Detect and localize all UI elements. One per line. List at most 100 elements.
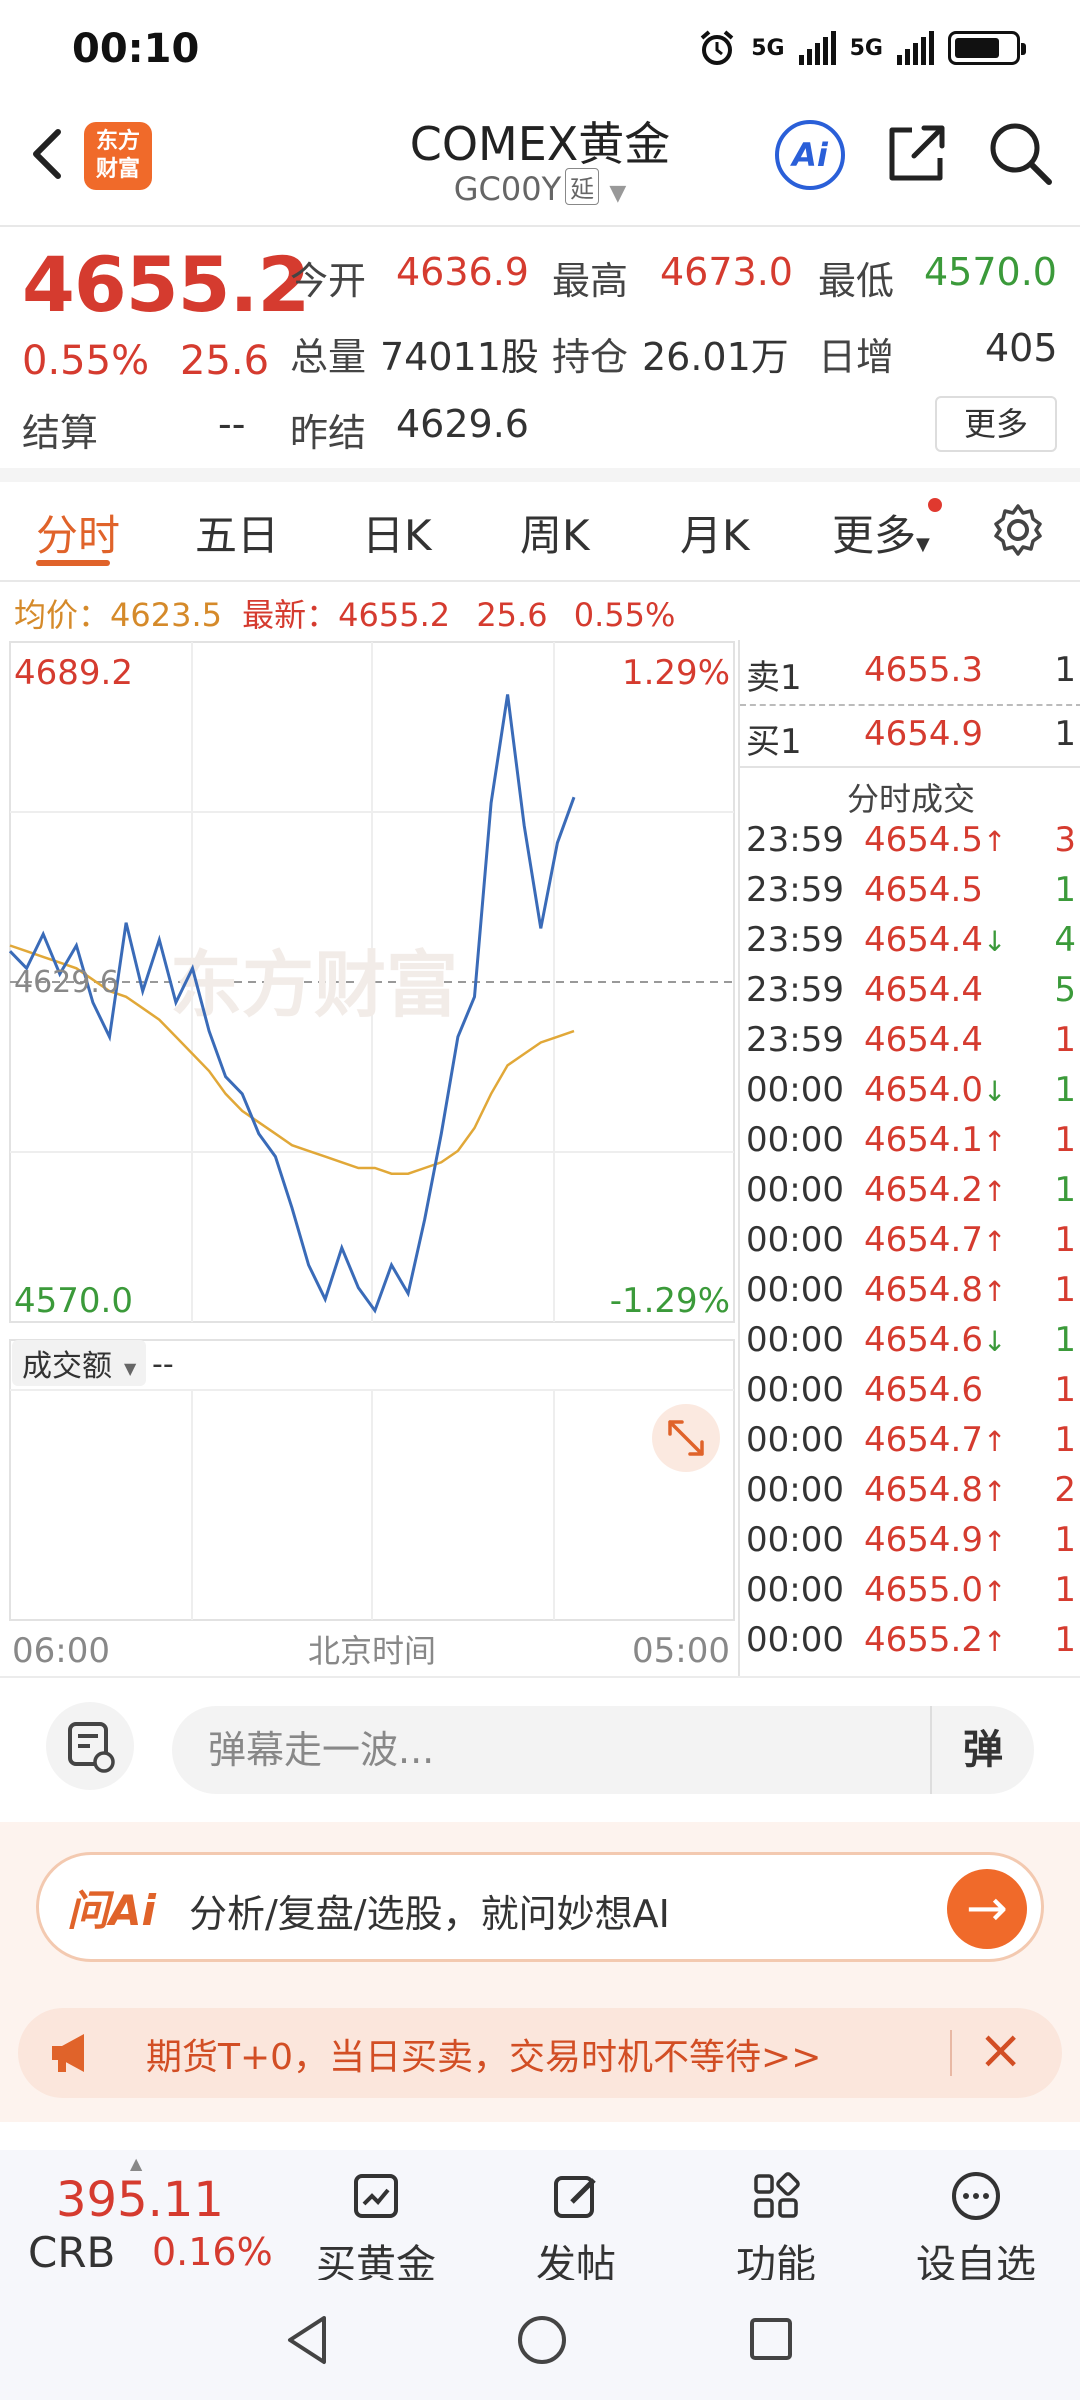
nav-post[interactable]: 发帖	[506, 2168, 646, 2290]
trade-direction: ↑	[982, 1225, 1007, 1258]
trade-time: 00:00	[746, 1320, 844, 1360]
trade-row: 23:59 4654.4↓ 4	[740, 920, 1080, 970]
trade-price: 4655.0↑	[864, 1570, 1007, 1610]
caret-down-icon: ▼	[609, 181, 627, 206]
signal-icon-2	[897, 31, 934, 65]
trade-direction: ↓	[982, 1325, 1007, 1358]
share-icon[interactable]	[882, 118, 952, 188]
tab-intraday[interactable]: 分时	[36, 502, 120, 563]
trade-volume: 1	[1054, 1070, 1076, 1110]
chart-tabs: 分时 五日 日K 周K 月K 更多▼	[0, 480, 1080, 580]
chart-top-pct: 1.29%	[622, 653, 730, 693]
ai-section: 问Ai 分析/复盘/选股，就问妙想AI → 期货T+0，当日买卖，交易时机不等待…	[0, 1822, 1080, 2122]
divider	[740, 766, 1080, 768]
settings-gear-icon[interactable]	[990, 502, 1046, 558]
trade-price: 4654.6↓	[864, 1320, 1007, 1360]
trade-price: 4654.0↓	[864, 1070, 1007, 1110]
trade-price: 4655.2↑	[864, 1620, 1007, 1660]
trade-time: 23:59	[746, 870, 844, 910]
search-icon[interactable]	[985, 118, 1055, 188]
high-label: 最高	[552, 259, 629, 303]
system-back-icon[interactable]	[282, 2312, 332, 2368]
divider	[950, 2030, 952, 2076]
bottom-nav: ▲ 395.11 CRB 0.16% 买黄金 发帖 功能 设自选	[0, 2150, 1080, 2288]
volume-value: --	[152, 1347, 174, 1382]
caret-up-icon: ▲	[130, 2154, 143, 2173]
ai-assistant-icon[interactable]: Ai	[775, 120, 845, 190]
tab-weekly-k[interactable]: 周K	[520, 502, 590, 563]
arrow-right-icon[interactable]: →	[947, 1869, 1027, 1949]
avg-label: 均价：	[14, 596, 111, 634]
crb-name: CRB	[28, 2228, 116, 2277]
trade-price: 4654.4↓	[864, 920, 1007, 960]
latest-change: 25.6	[476, 596, 548, 634]
trade-row: 00:00 4654.9↑ 1	[740, 1520, 1080, 1570]
tab-daily-k[interactable]: 日K	[362, 502, 432, 563]
trade-price: 4654.7↑	[864, 1220, 1007, 1260]
trade-volume: 1	[1054, 1370, 1076, 1410]
divider	[0, 225, 1080, 227]
trade-row: 00:00 4654.6 1	[740, 1370, 1080, 1420]
tab-five-day[interactable]: 五日	[195, 502, 279, 563]
close-icon[interactable]: ×	[978, 2020, 1023, 2080]
intraday-chart[interactable]: 东方财富 4689.2 1.29% 4629.6 4570.0 -1.29% 成…	[0, 640, 738, 1676]
trade-price: 4654.2↑	[864, 1170, 1007, 1210]
trade-volume: 2	[1054, 1470, 1076, 1510]
header: 东方 财富 COMEX黄金 GC00Y 延 ▼ Ai	[0, 100, 1080, 225]
signal-icon-1	[798, 31, 836, 65]
promo-text: 期货T+0，当日买卖，交易时机不等待>>	[146, 2037, 822, 2078]
code-text: GC00Y	[453, 170, 562, 208]
danmu-toggle-button[interactable]: 弹	[930, 1706, 1034, 1794]
x-axis-mid: 北京时间	[308, 1632, 436, 1670]
crb-price[interactable]: 395.11	[56, 2172, 224, 2228]
grid-icon	[754, 2172, 800, 2218]
trade-volume: 1	[1054, 870, 1076, 910]
active-tab-indicator	[36, 560, 110, 566]
promo-banner[interactable]: 期货T+0，当日买卖，交易时机不等待>> ×	[18, 2008, 1062, 2098]
status-icons: 5G 5G	[697, 28, 1026, 68]
nav-functions[interactable]: 功能	[706, 2168, 846, 2290]
system-home-icon[interactable]	[514, 2312, 570, 2368]
nav-buy-gold[interactable]: 买黄金	[306, 2168, 446, 2290]
trade-volume: 1	[1054, 1620, 1076, 1660]
alarm-icon	[700, 30, 734, 65]
trade-time: 00:00	[746, 1270, 844, 1310]
trade-direction: ↑	[982, 1475, 1007, 1508]
open-label: 今开	[290, 259, 367, 303]
nav-add-watchlist[interactable]: 设自选	[906, 2168, 1046, 2290]
trade-volume: 4	[1054, 920, 1076, 960]
prev-settle-label: 昨结	[290, 411, 367, 455]
trade-row: 00:00 4654.2↑ 1	[740, 1170, 1080, 1220]
x-axis-end: 05:00	[632, 1631, 730, 1671]
last-price: 4655.2	[22, 240, 310, 329]
avg-price-row: 均价：4623.5 最新：4655.2 25.6 0.55%	[14, 590, 675, 636]
trade-price: 4654.4	[864, 970, 983, 1010]
expand-icon[interactable]	[652, 1404, 720, 1472]
trade-time: 00:00	[746, 1470, 844, 1510]
trades-title: 分时成交	[846, 780, 975, 818]
low-label: 最低	[818, 259, 895, 303]
trade-time: 23:59	[746, 970, 844, 1010]
trade-time: 00:00	[746, 1420, 844, 1460]
chart-board-icon	[354, 2174, 398, 2218]
trade-row: 23:59 4654.5 1	[740, 870, 1080, 920]
trade-volume: 1	[1054, 1220, 1076, 1260]
network-type-1: 5G	[751, 35, 785, 61]
tab-more[interactable]: 更多▼	[832, 502, 930, 563]
battery-icon	[948, 31, 1026, 65]
trade-price: 4654.8↑	[864, 1270, 1007, 1310]
tab-monthly-k[interactable]: 月K	[680, 502, 750, 563]
trade-direction: ↑	[982, 1525, 1007, 1558]
trade-volume: 1	[1054, 1120, 1076, 1160]
system-recents-icon[interactable]	[746, 2314, 796, 2364]
ai-prompt-text: 分析/复盘/选股，就问妙想AI	[189, 1892, 670, 1936]
trade-time: 23:59	[746, 1020, 844, 1060]
more-quote-button[interactable]: 更多	[935, 396, 1057, 452]
note-settings-icon[interactable]	[46, 1702, 134, 1790]
danmu-input[interactable]: 弹幕走一波...	[172, 1706, 1034, 1794]
trade-time: 00:00	[746, 1370, 844, 1410]
trade-direction: ↓	[982, 1075, 1007, 1108]
ai-ask-bar[interactable]: 问Ai 分析/复盘/选股，就问妙想AI →	[36, 1852, 1044, 1962]
trade-row: 23:59 4654.4 5	[740, 970, 1080, 1020]
trade-row: 00:00 4654.1↑ 1	[740, 1120, 1080, 1170]
